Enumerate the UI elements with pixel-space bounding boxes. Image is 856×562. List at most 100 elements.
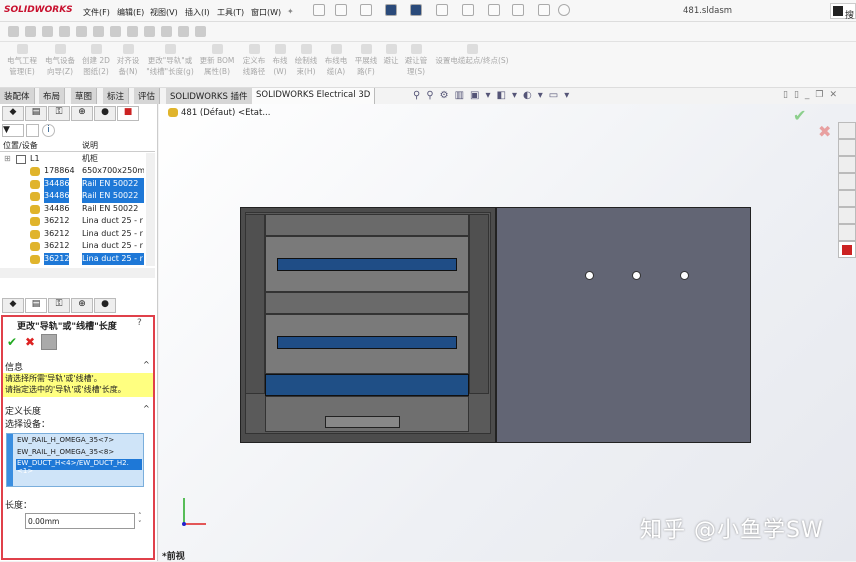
viewport-breadcrumb[interactable]: 481 (Défaut) <Etat... xyxy=(181,108,270,118)
toolbar-icon[interactable] xyxy=(25,26,36,37)
toolbar-icon[interactable] xyxy=(76,26,87,37)
route-wires-button[interactable]: 布线 (W) xyxy=(270,44,290,77)
column-description[interactable]: 说明 xyxy=(82,140,98,151)
display-manager-tab-2[interactable]: ● xyxy=(94,298,116,313)
cancel-x-icon[interactable]: ✖ xyxy=(25,335,35,349)
electrical-tab[interactable]: ■ xyxy=(117,106,139,121)
save-icon[interactable] xyxy=(385,4,397,16)
ok-check-icon[interactable]: ✔ xyxy=(7,335,17,349)
search-box[interactable]: 搜 xyxy=(830,3,856,21)
rail-2[interactable] xyxy=(277,336,457,349)
filter-dropdown[interactable]: ▼ xyxy=(2,124,24,137)
set-cable-endpoints-button[interactable]: 设置电缆起点/终点(S) xyxy=(432,44,512,66)
tree-options-icon[interactable] xyxy=(26,124,39,137)
toolbar-icon[interactable] xyxy=(161,26,172,37)
tree-row[interactable]: 34486 Rail EN 50022 xyxy=(0,177,145,190)
gear-icon[interactable] xyxy=(558,4,570,16)
home-taskpane-icon[interactable] xyxy=(838,122,856,139)
column-location[interactable]: 位置/设备 xyxy=(3,140,38,151)
collapse-icon[interactable]: ^ xyxy=(143,360,150,369)
define-length-header[interactable]: 定义长度 xyxy=(5,404,41,417)
change-rail-duct-length-button[interactable]: 更改"导轨"或 "线槽"长度(g) xyxy=(144,44,196,77)
menu-insert[interactable]: 插入(I) xyxy=(185,7,210,18)
pin-dialog-button[interactable] xyxy=(41,334,57,350)
view-palette-icon[interactable] xyxy=(838,173,856,190)
property-manager-tab[interactable]: ▤ xyxy=(25,106,47,121)
file-explorer-icon[interactable] xyxy=(838,156,856,173)
rebuild-icon[interactable] xyxy=(512,4,524,16)
tree-root[interactable]: ⊞ L1 机柜 xyxy=(0,153,145,166)
create-2d-drawing-button[interactable]: 创建 2D 图纸(2) xyxy=(80,44,112,77)
define-route-path-button[interactable]: 定义布 线路径 xyxy=(240,44,268,77)
home-icon[interactable] xyxy=(313,4,325,16)
tab-sketch[interactable]: 草图 xyxy=(71,88,98,104)
new-document-icon[interactable] xyxy=(335,4,347,16)
display-manager-tab[interactable]: ● xyxy=(94,106,116,121)
tree-row[interactable]: 36212 Lina duct 25 - r xyxy=(0,215,145,228)
device-item[interactable]: EW_RAIL_H_OMEGA_35<8> xyxy=(17,448,114,456)
print-icon[interactable] xyxy=(410,4,422,16)
tree-vertical-scrollbar[interactable] xyxy=(146,153,155,266)
feature-manager-tab[interactable]: ◆ xyxy=(2,106,24,121)
info-icon[interactable]: i xyxy=(42,124,55,137)
toolbar-icon[interactable] xyxy=(144,26,155,37)
flatten-route-button[interactable]: 平展线 路(F) xyxy=(352,44,380,77)
update-bom-button[interactable]: 更新 BOM 属性(B) xyxy=(198,44,236,77)
menu-tools[interactable]: 工具(T) xyxy=(217,7,244,18)
window-controls[interactable]: ▯▯_❐✕ xyxy=(783,90,843,100)
device-wizard-button[interactable]: 电气设备 向导(Z) xyxy=(42,44,78,77)
rail-1[interactable] xyxy=(277,258,457,271)
menu-file[interactable]: 文件(F) xyxy=(83,7,110,18)
length-input[interactable]: 0.00mm xyxy=(25,513,135,529)
menu-window[interactable]: 窗口(W) xyxy=(251,7,281,18)
menu-view[interactable]: 视图(V) xyxy=(150,7,178,18)
draw-harness-button[interactable]: 绘制线 束(H) xyxy=(292,44,320,77)
electrical-taskpane-icon[interactable] xyxy=(838,241,856,258)
dimxpert-tab[interactable]: ⊕ xyxy=(71,106,93,121)
toolbar-icon[interactable] xyxy=(110,26,121,37)
tab-addins[interactable]: SOLIDWORKS 插件 xyxy=(166,88,253,104)
undo-icon[interactable] xyxy=(436,4,448,16)
open-icon[interactable] xyxy=(360,4,372,16)
config-manager-tab[interactable]: ⚿ xyxy=(48,106,70,121)
appearances-icon[interactable] xyxy=(838,190,856,207)
toolbar-icon[interactable] xyxy=(8,26,19,37)
device-selection-list[interactable]: EW_RAIL_H_OMEGA_35<7> EW_RAIL_H_OMEGA_35… xyxy=(6,433,144,487)
help-icon[interactable]: ? xyxy=(137,318,142,328)
toolbar-icon[interactable] xyxy=(93,26,104,37)
tree-horizontal-scrollbar[interactable] xyxy=(0,268,155,278)
custom-properties-icon[interactable] xyxy=(838,207,856,224)
tab-evaluate[interactable]: 评估 xyxy=(134,88,161,104)
avoid-button[interactable]: 避让 xyxy=(381,44,401,66)
solidworks-resources-icon[interactable] xyxy=(838,224,856,241)
tree-row[interactable]: 36212 Lina duct 25 - r xyxy=(0,228,145,241)
toolbar-icon[interactable] xyxy=(42,26,53,37)
property-manager-tab-2[interactable]: ▤ xyxy=(25,298,47,313)
route-cables-button[interactable]: 布线电 缆(A) xyxy=(322,44,350,77)
toolbar-icon[interactable] xyxy=(59,26,70,37)
align-device-button[interactable]: 对齐设 备(N) xyxy=(113,44,143,77)
tab-layout[interactable]: 布局 xyxy=(39,88,66,104)
menu-edit[interactable]: 编辑(E) xyxy=(117,7,144,18)
redo-icon[interactable] xyxy=(462,4,474,16)
select-icon[interactable] xyxy=(488,4,500,16)
pin-icon[interactable]: ✦ xyxy=(287,7,294,16)
dimxpert-tab-2[interactable]: ⊕ xyxy=(71,298,93,313)
avoid-manage-button[interactable]: 避让管 理(S) xyxy=(402,44,430,77)
tab-markup[interactable]: 标注 xyxy=(103,88,130,104)
info-section-header[interactable]: 信息 xyxy=(5,360,23,373)
length-spinner[interactable]: ˄ ˅ xyxy=(138,512,142,528)
confirm-corner-cancel-icon[interactable]: ✖ xyxy=(818,122,831,141)
tree-row[interactable]: 34486 Rail EN 50022 xyxy=(0,203,145,216)
tree-row[interactable]: 36212 Lina duct 25 - r xyxy=(0,240,145,253)
duct-selected[interactable] xyxy=(265,374,469,396)
confirm-corner-check-icon[interactable]: ✔ xyxy=(793,106,806,125)
tree-row[interactable]: 34486 Rail EN 50022 xyxy=(0,190,145,203)
toolbar-icon[interactable] xyxy=(127,26,138,37)
expand-icon[interactable]: ⊞ xyxy=(4,153,11,166)
tree-row[interactable]: 36212 Lina duct 25 - r xyxy=(0,252,145,265)
electrical-project-button[interactable]: 电气工程 管理(E) xyxy=(4,44,40,77)
design-library-icon[interactable] xyxy=(838,139,856,156)
tree-row[interactable]: 178864 650x700x250mm xyxy=(0,165,145,178)
device-item-selected[interactable]: EW_DUCT_H<4>/EW_DUCT_H2.<1> xyxy=(16,459,142,475)
